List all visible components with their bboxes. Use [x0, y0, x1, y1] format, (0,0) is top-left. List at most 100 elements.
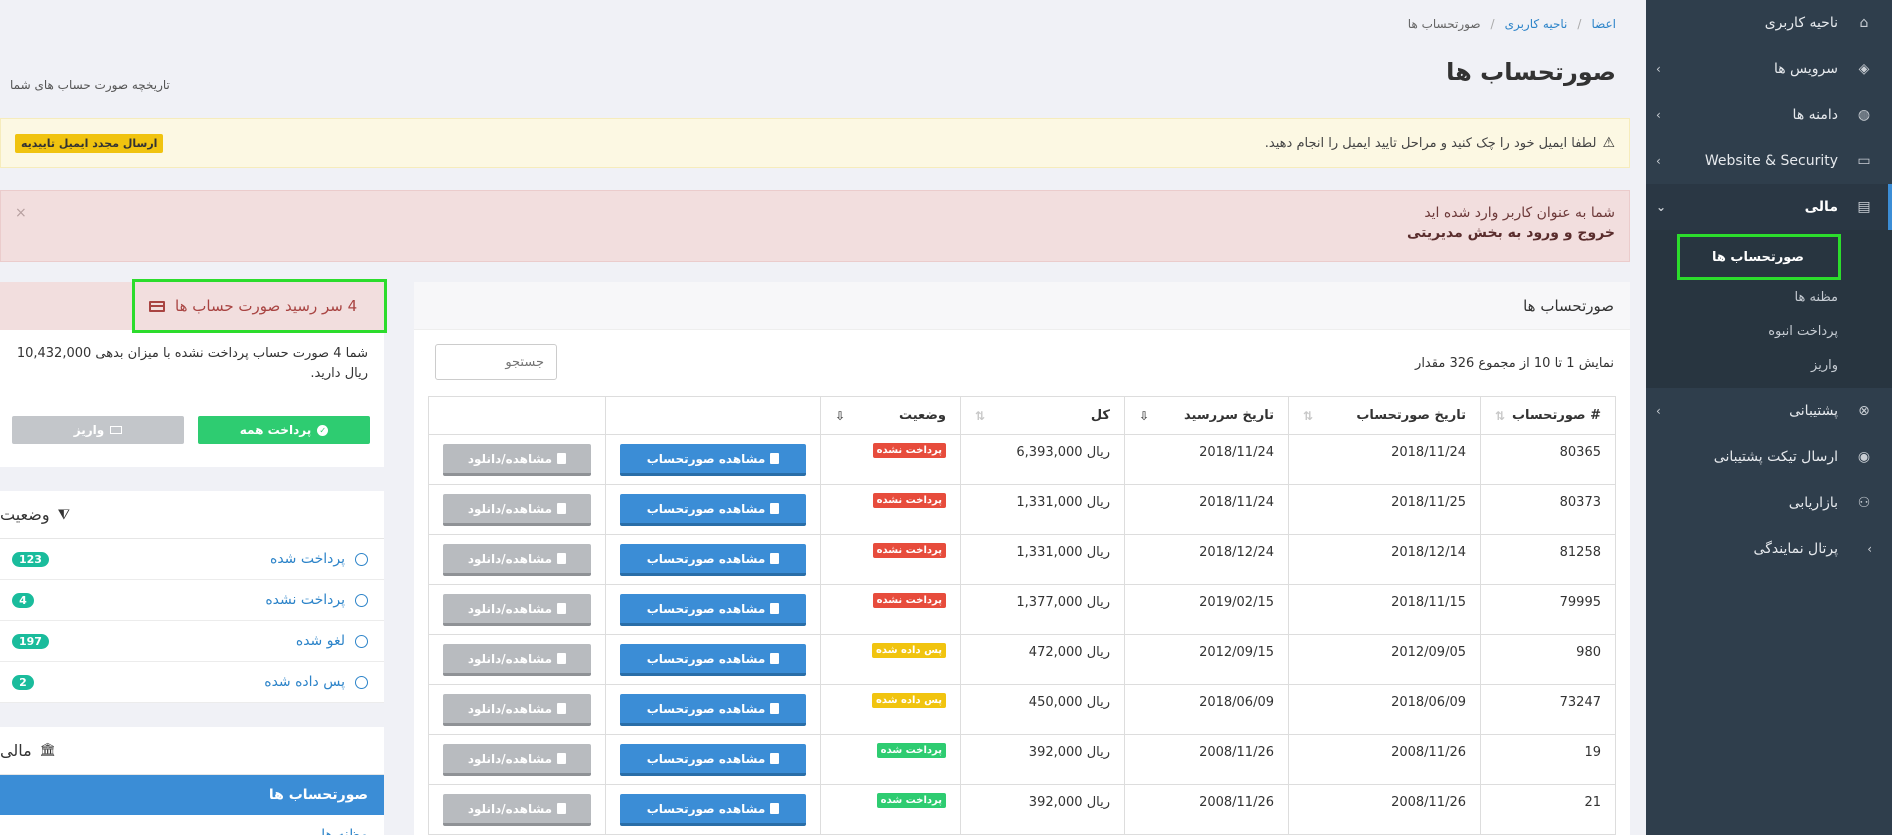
download-button[interactable]: مشاهده/دانلود — [443, 494, 591, 526]
file-icon — [770, 553, 780, 564]
view-invoice-button[interactable]: مشاهده صورتحساب — [620, 594, 806, 626]
cell-invoice-number: 79995 — [1480, 584, 1616, 635]
cell-invoice-number: 80373 — [1480, 484, 1616, 535]
col-total[interactable]: کل ⇅ — [960, 396, 1125, 435]
search-input[interactable] — [435, 344, 557, 380]
file-icon — [770, 803, 780, 814]
download-button[interactable]: مشاهده/دانلود — [443, 594, 591, 626]
submenu-item-deposit[interactable]: واریز — [1646, 348, 1892, 382]
return-to-admin-link[interactable]: خروج و ورود به بخش مدیریتی — [15, 225, 1615, 241]
view-invoice-label: مشاهده صورتحساب — [646, 751, 766, 766]
download-button[interactable]: مشاهده/دانلود — [443, 794, 591, 826]
cell-download: مشاهده/دانلود — [428, 784, 606, 835]
sidebar-item[interactable]: سرویس ها ◈ ‹ — [1646, 46, 1892, 92]
table-row[interactable]: مشاهده/دانلود مشاهده صورتحساب پس داده شده 4… — [428, 684, 1616, 735]
download-label: مشاهده/دانلود — [467, 651, 553, 666]
status-filter-option[interactable]: لغو شده — [296, 633, 368, 649]
globe-icon: ◍ — [1857, 107, 1871, 123]
status-filter-row[interactable]: 197 لغو شده — [0, 621, 384, 662]
table-info: نمایش 1 تا 10 از مجموع 326 مقدار — [1415, 356, 1614, 371]
table-toolbar: نمایش 1 تا 10 از مجموع 326 مقدار — [414, 330, 1630, 394]
download-button[interactable]: مشاهده/دانلود — [443, 444, 591, 476]
table-row[interactable]: مشاهده/دانلود مشاهده صورتحساب پرداخت نشده 1… — [428, 484, 1616, 535]
table-row[interactable]: مشاهده/دانلود مشاهده صورتحساب پرداخت شده 39… — [428, 784, 1616, 835]
sort-icon: ⇅ — [975, 408, 986, 423]
table-row[interactable]: مشاهده/دانلود مشاهده صورتحساب پرداخت نشده 6… — [428, 434, 1616, 485]
submenu-item-invoices[interactable]: صورتحساب ها — [1646, 234, 1882, 280]
col-invoice-date[interactable]: تاریخ صورتحساب ⇅ — [1288, 396, 1481, 435]
breadcrumb-members[interactable]: اعضا — [1591, 17, 1616, 31]
credit-card-icon — [149, 300, 165, 312]
status-badge: پرداخت نشده — [872, 493, 946, 508]
submenu-item-mass-pay[interactable]: پرداخت انبوه — [1646, 314, 1892, 348]
finance-menu-invoices[interactable]: صورتحساب ها — [0, 775, 384, 815]
col-due-date-label: تاریخ سررسید — [1184, 408, 1274, 423]
sidebar: ناحیه کاربری ⌂ سرویس ها ◈ ‹ دامنه ها ◍ ‹ Website… — [1646, 0, 1892, 835]
breadcrumb-client-area[interactable]: ناحیه کاربری — [1505, 17, 1568, 31]
view-invoice-button[interactable]: مشاهده صورتحساب — [620, 494, 806, 526]
sidebar-item-label: ارسال تیکت پشتیبانی — [1713, 449, 1838, 465]
radio-button[interactable] — [355, 675, 368, 689]
table-row[interactable]: مشاهده/دانلود مشاهده صورتحساب پرداخت شده 39… — [428, 734, 1616, 785]
sidebar-item[interactable]: مالی ▤ ⌄ — [1646, 184, 1892, 230]
download-button[interactable]: مشاهده/دانلود — [443, 694, 591, 726]
sidebar-item[interactable]: پشتیبانی ⊗ ‹ — [1646, 388, 1892, 434]
cell-invoice-number: 81258 — [1480, 534, 1616, 585]
col-status[interactable]: وضعیت ⇩ — [820, 396, 961, 435]
status-badge: پس داده شده — [872, 693, 946, 708]
sidebar-item-label: پرتال نمایندگی — [1753, 541, 1838, 557]
download-button[interactable]: مشاهده/دانلود — [443, 544, 591, 576]
status-filter-option[interactable]: پس داده شده — [264, 674, 368, 690]
status-count-badge: 2 — [12, 674, 34, 690]
view-invoice-label: مشاهده صورتحساب — [646, 501, 766, 516]
table-row[interactable]: مشاهده/دانلود مشاهده صورتحساب پرداخت نشده 1… — [428, 584, 1616, 635]
sidebar-item[interactable]: دامنه ها ◍ ‹ — [1646, 92, 1892, 138]
status-filter-option[interactable]: پرداخت نشده — [265, 592, 368, 608]
view-invoice-button[interactable]: مشاهده صورتحساب — [620, 444, 806, 476]
download-button[interactable]: مشاهده/دانلود — [443, 744, 591, 776]
cell-due-date: 2008/11/26 — [1124, 784, 1289, 835]
view-invoice-button[interactable]: مشاهده صورتحساب — [620, 794, 806, 826]
file-icon — [770, 753, 780, 764]
cell-status: پرداخت شده — [820, 734, 961, 785]
sidebar-item[interactable]: ارسال تیکت پشتیبانی ◉ — [1646, 434, 1892, 480]
view-invoice-button[interactable]: مشاهده صورتحساب — [620, 644, 806, 676]
sidebar-item[interactable]: Website & Security ▭ ‹ — [1646, 138, 1892, 184]
col-invoice-number[interactable]: صورتحساب # ⇅ — [1480, 396, 1616, 435]
radio-button[interactable] — [355, 593, 368, 607]
chevron-icon: ‹ — [1867, 542, 1872, 556]
download-label: مشاهده/دانلود — [467, 701, 553, 716]
status-filter-row[interactable]: 123 پرداخت شده — [0, 539, 384, 580]
file-download-icon — [557, 553, 567, 564]
submenu-item-quotes[interactable]: مظنه ها — [1646, 280, 1892, 314]
sidebar-item-label: بازاریابی — [1788, 495, 1838, 511]
table-row[interactable]: مشاهده/دانلود مشاهده صورتحساب پس داده شده 4… — [428, 634, 1616, 685]
finance-menu-quotes[interactable]: مظنه ها — [0, 815, 384, 835]
radio-button[interactable] — [355, 552, 368, 566]
pay-all-button[interactable]: پرداخت همه ✓ — [198, 416, 370, 444]
sidebar-item[interactable]: پرتال نمایندگی ‹ — [1646, 526, 1892, 572]
table-row[interactable]: مشاهده/دانلود مشاهده صورتحساب پرداخت نشده 1… — [428, 534, 1616, 585]
cell-invoice-date: 2012/09/05 — [1288, 634, 1481, 685]
support-icon: ⊗ — [1858, 403, 1870, 419]
file-download-icon — [557, 703, 567, 714]
col-due-date[interactable]: تاریخ سررسید ⇩ — [1124, 396, 1289, 435]
deposit-button[interactable]: واریز — [12, 416, 184, 444]
view-invoice-button[interactable]: مشاهده صورتحساب — [620, 694, 806, 726]
status-count-badge: 197 — [12, 633, 49, 649]
view-invoice-button[interactable]: مشاهده صورتحساب — [620, 544, 806, 576]
download-button[interactable]: مشاهده/دانلود — [443, 644, 591, 676]
status-filter-row[interactable]: 2 پس داده شده — [0, 662, 384, 703]
close-icon[interactable]: × — [15, 205, 27, 221]
overdue-actions: واریز پرداخت همه ✓ — [12, 416, 370, 444]
status-filter-option[interactable]: پرداخت شده — [270, 551, 368, 567]
view-invoice-button[interactable]: مشاهده صورتحساب — [620, 744, 806, 776]
sidebar-item[interactable]: بازاریابی ⚇ — [1646, 480, 1892, 526]
resend-verification-button[interactable]: ارسال مجدد ایمیل تاییدیه — [15, 133, 164, 153]
sidebar-item[interactable]: ناحیه کاربری ⌂ — [1646, 0, 1892, 46]
radio-button[interactable] — [355, 634, 368, 648]
cell-status: پرداخت نشده — [820, 584, 961, 635]
status-filter-option-label: پس داده شده — [264, 674, 345, 690]
home-icon: ⌂ — [1859, 15, 1869, 31]
status-filter-row[interactable]: 4 پرداخت نشده — [0, 580, 384, 621]
